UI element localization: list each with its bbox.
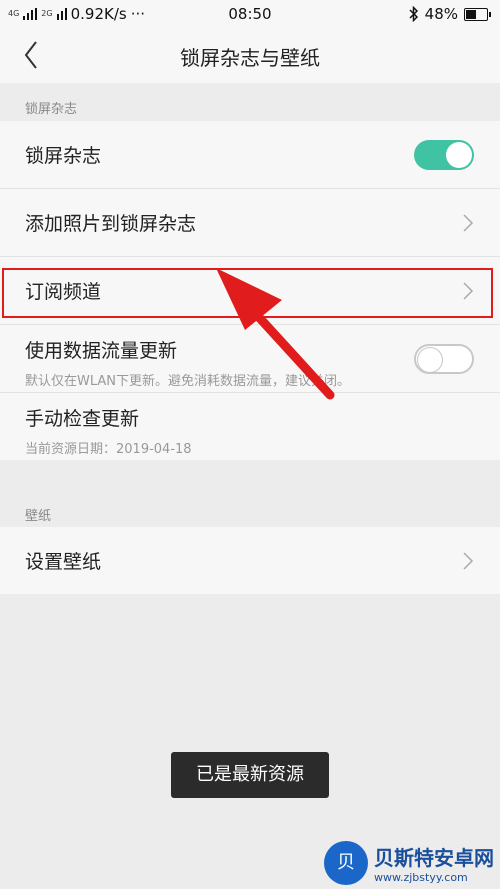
toast-message: 已是最新资源 xyxy=(171,752,329,798)
watermark-logo-icon: 贝 xyxy=(324,841,368,885)
watermark-url: www.zjbstyy.com xyxy=(374,871,468,884)
watermark: 贝 贝斯特安卓网 www.zjbstyy.com xyxy=(324,841,494,885)
watermark-title: 贝斯特安卓网 xyxy=(374,846,494,870)
